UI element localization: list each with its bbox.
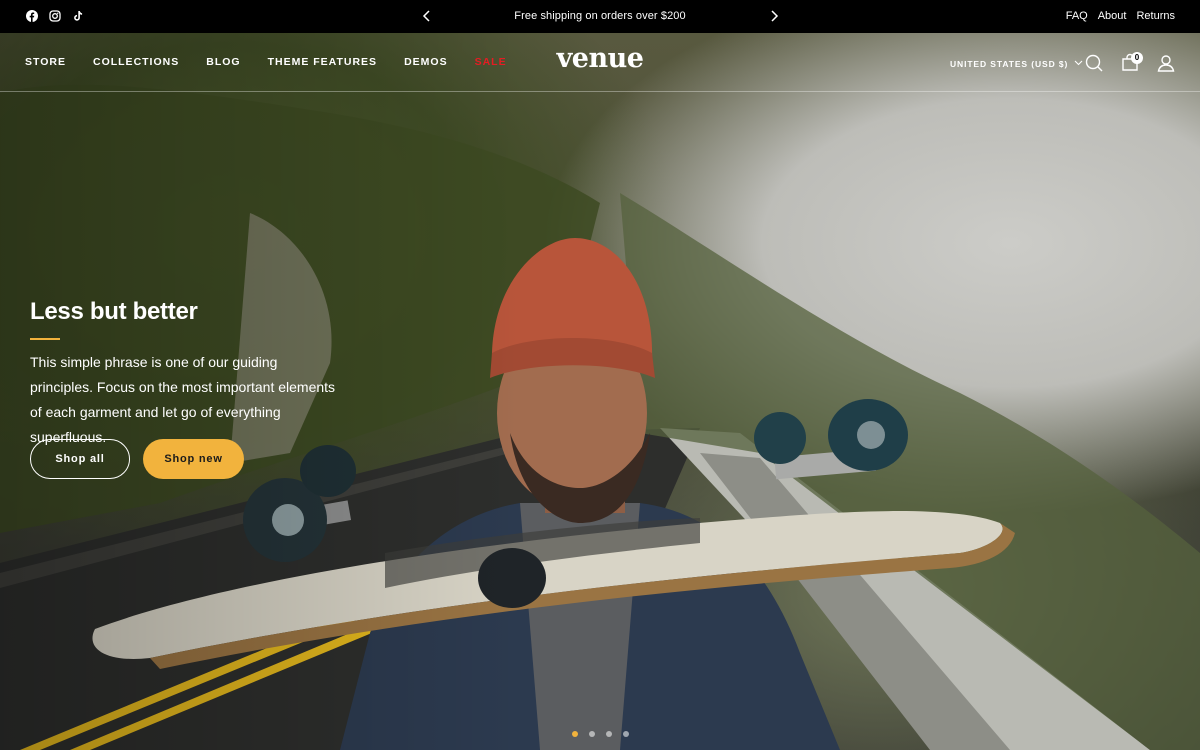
hero-description: This simple phrase is one of our guiding…	[30, 354, 336, 445]
currency-label: UNITED STATES (USD $)	[950, 58, 1069, 69]
account-icon[interactable]	[1156, 53, 1176, 73]
hero-accent-rule	[30, 338, 60, 340]
main-header: STORE COLLECTIONS BLOG THEME FEATURES DE…	[0, 33, 1200, 92]
main-nav: STORE COLLECTIONS BLOG THEME FEATURES DE…	[25, 56, 507, 68]
faq-link[interactable]: FAQ	[1066, 10, 1088, 22]
nav-sale[interactable]: SALE	[475, 56, 507, 68]
utility-links: FAQ About Returns	[1066, 10, 1175, 22]
nav-demos[interactable]: DEMOS	[404, 56, 448, 68]
tiktok-icon[interactable]	[72, 10, 84, 22]
instagram-icon[interactable]	[49, 10, 61, 22]
hero-title: Less but better	[30, 298, 198, 325]
shop-all-button[interactable]: Shop all	[30, 439, 130, 479]
slider-pagination	[572, 731, 629, 737]
hero-buttons: Shop all Shop new	[30, 439, 244, 479]
social-links	[26, 10, 84, 22]
shop-new-button[interactable]: Shop new	[143, 439, 244, 479]
slide-dot-2[interactable]	[589, 731, 595, 737]
site-logo[interactable]: venue	[540, 43, 660, 74]
announcement-prev-arrow[interactable]	[420, 9, 434, 23]
returns-link[interactable]: Returns	[1136, 10, 1175, 22]
nav-blog[interactable]: BLOG	[206, 56, 240, 68]
announcement-next-arrow[interactable]	[767, 9, 781, 23]
facebook-icon[interactable]	[26, 10, 38, 22]
nav-theme-features[interactable]: THEME FEATURES	[268, 56, 377, 68]
hero-content: Less but better This simple phrase is on…	[30, 296, 350, 479]
search-icon[interactable]	[1084, 53, 1104, 73]
chevron-down-icon	[1074, 58, 1083, 69]
about-link[interactable]: About	[1098, 10, 1127, 22]
slide-dot-1[interactable]	[572, 731, 578, 737]
cart-count-badge: 0	[1131, 52, 1143, 64]
announcement-text: Free shipping on orders over $200	[514, 10, 686, 22]
currency-selector[interactable]: UNITED STATES (USD $)	[950, 58, 1083, 69]
announcement-bar: Free shipping on orders over $200 FAQ Ab…	[0, 0, 1200, 33]
slide-dot-3[interactable]	[606, 731, 612, 737]
nav-store[interactable]: STORE	[25, 56, 66, 68]
slide-dot-4[interactable]	[623, 731, 629, 737]
nav-collections[interactable]: COLLECTIONS	[93, 56, 179, 68]
